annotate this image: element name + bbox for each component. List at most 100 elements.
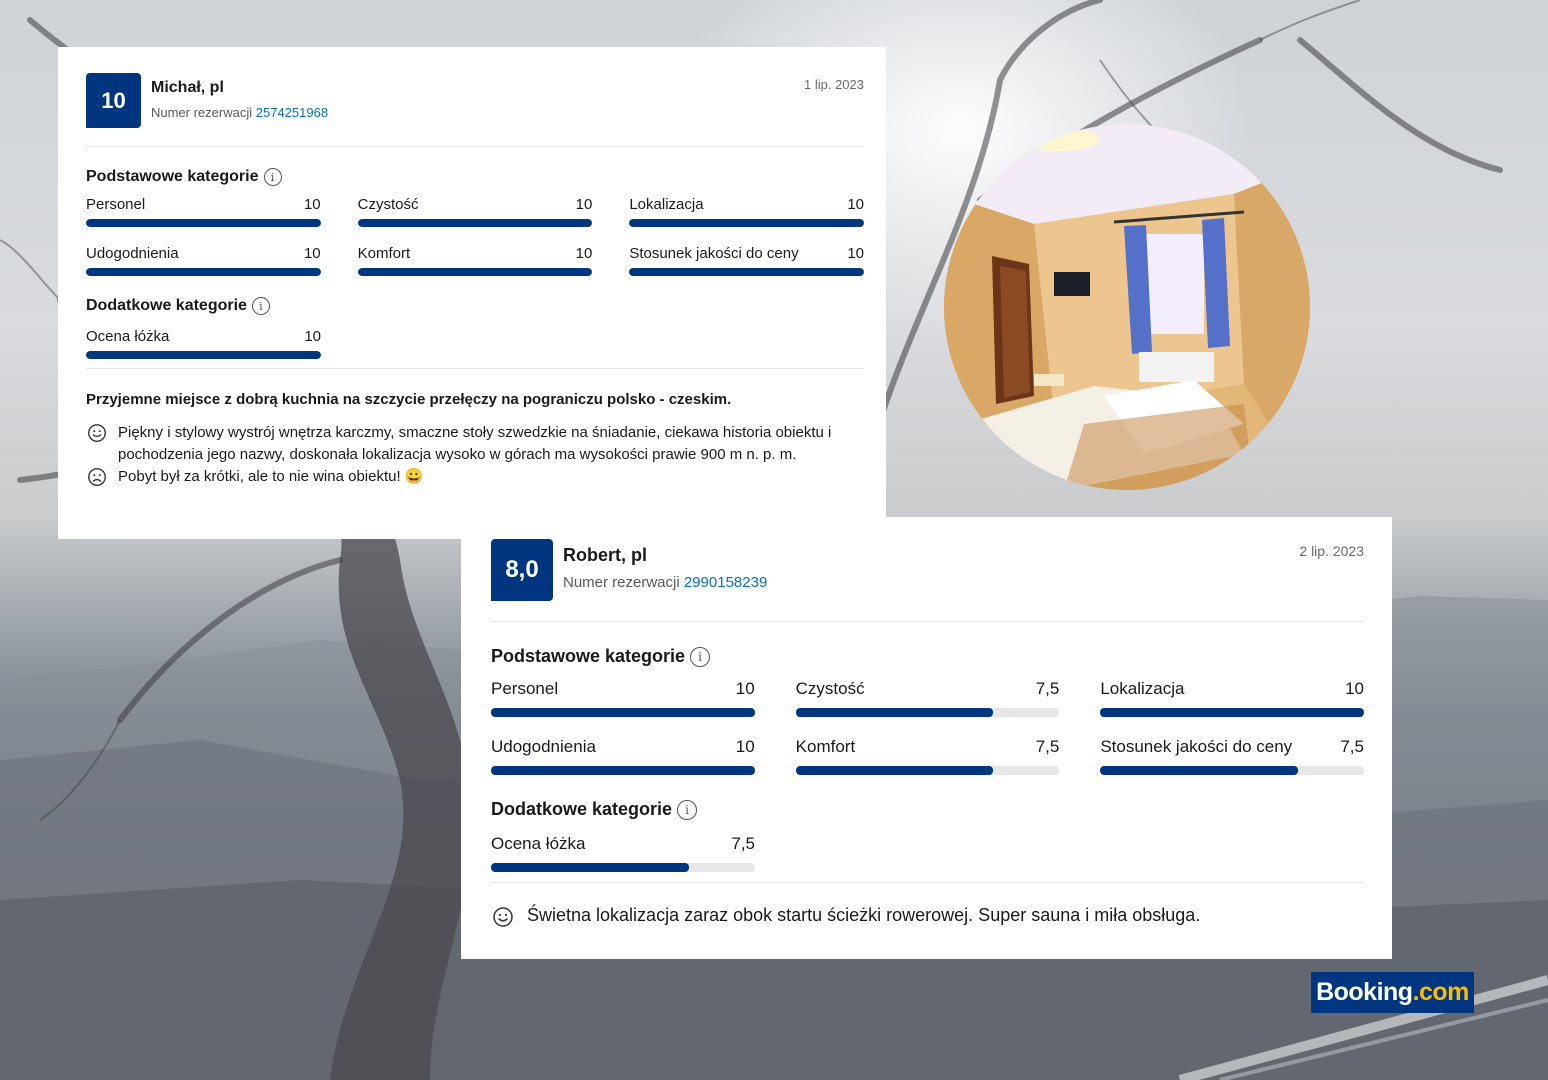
category-score-header: Komfort 10: [358, 245, 593, 262]
score-bar-fill: [86, 219, 321, 227]
category-score: Personel 10: [86, 196, 321, 227]
category-label: Czystość: [357, 196, 419, 213]
score-bar-track: [357, 268, 593, 276]
negative-comment: Pobyt był za krótki, ale to nie wina obi…: [86, 466, 864, 488]
category-value: 10: [575, 196, 593, 213]
divider: [491, 882, 1364, 883]
category-score: Czystość 7,5: [795, 679, 1060, 717]
category-score: Udogodnienia 10: [491, 737, 755, 775]
booking-number-line: Numer rezerwacji 2990158239: [563, 574, 767, 591]
category-score-header: Ocena łóżka 10: [86, 328, 321, 345]
category-score-header: Czystość 7,5: [796, 679, 1060, 699]
score-bar-track: [86, 219, 321, 227]
score-bar-fill: [491, 863, 689, 872]
category-value: 10: [735, 737, 755, 756]
booking-number-label: Numer rezerwacji: [151, 105, 253, 120]
logo-suffix: .com: [1412, 978, 1470, 1006]
reviewer-info: Michał, pl Numer rezerwacji 2574251968: [151, 73, 328, 120]
category-value: 7,5: [1035, 737, 1060, 756]
score-bar-fill: [357, 268, 593, 276]
score-bar-fill: [491, 766, 755, 775]
category-label: Stosunek jakości do ceny: [1100, 737, 1293, 756]
category-label: Komfort: [357, 245, 411, 262]
category-value: 10: [575, 245, 593, 262]
basic-categories-grid: Personel 10 Czystość 10 Lokalizacja 10 Udogodn…: [86, 196, 864, 276]
divider: [86, 368, 864, 369]
category-label: Czystość: [795, 679, 865, 698]
booking-number-link[interactable]: 2990158239: [684, 574, 767, 591]
sad-icon: [88, 468, 106, 486]
info-icon[interactable]: i: [690, 646, 711, 667]
category-score-header: Czystość 10: [358, 196, 593, 213]
category-score: Czystość 10: [357, 196, 593, 227]
category-label: Lokalizacja: [629, 196, 704, 213]
reviewer-name: Michał, pl: [151, 79, 224, 96]
score-bar-track: [1100, 766, 1364, 775]
smile-icon: [493, 907, 513, 927]
score-bar-track: [491, 766, 755, 775]
score-bar-track: [1100, 708, 1364, 717]
category-label: Komfort: [795, 737, 856, 756]
review-date: 1 lip. 2023: [804, 77, 864, 92]
category-score: Ocena łóżka 7,5: [491, 834, 755, 872]
score-bar-track: [491, 708, 755, 717]
category-score-header: Stosunek jakości do ceny 7,5: [1100, 737, 1364, 757]
positive-comment: Świetna lokalizacja zaraz obok startu śc…: [491, 905, 1364, 929]
category-value: 10: [847, 245, 864, 262]
score-bar-track: [86, 351, 321, 359]
score-bar-fill: [795, 708, 994, 717]
category-score: Udogodnienia 10: [86, 245, 321, 276]
info-icon[interactable]: i: [263, 168, 282, 186]
reviewer-info: Robert, pl Numer rezerwacji 2990158239: [563, 539, 767, 591]
review-card-michal: 10 Michał, pl Numer rezerwacji 257425196…: [58, 47, 886, 539]
basic-categories-grid: Personel 10 Czystość 7,5 Lokalizacja 10 Udogod…: [491, 679, 1364, 775]
category-score: Komfort 10: [357, 245, 593, 276]
category-value: 10: [304, 328, 321, 345]
score-bar-fill: [86, 351, 321, 359]
category-score: Personel 10: [491, 679, 755, 717]
category-score-header: Ocena łóżka 7,5: [491, 834, 755, 854]
logo-text: Booking: [1316, 978, 1413, 1006]
category-label: Personel: [86, 196, 146, 213]
score-bar-fill: [629, 219, 864, 227]
info-icon[interactable]: i: [251, 297, 270, 315]
score-bar-fill: [795, 766, 994, 775]
category-score: Komfort 7,5: [795, 737, 1060, 775]
category-score-header: Komfort 7,5: [796, 737, 1060, 757]
positive-comment-text: Piękny i stylowy wystrój wnętrza karczmy…: [118, 424, 832, 463]
category-score: Lokalizacja 10: [629, 196, 864, 227]
score-bar-fill: [1100, 766, 1299, 775]
category-score-header: Stosunek jakości do ceny 10: [629, 245, 864, 262]
negative-comment-text: Pobyt był za krótki, ale to nie wina obi…: [118, 468, 424, 485]
booking-number-link[interactable]: 2574251968: [256, 105, 328, 120]
extra-categories-grid: Ocena łóżka 10: [86, 328, 321, 359]
booking-com-logo: Booking .com: [1311, 972, 1474, 1013]
basic-categories-title: Podstawowe kategorie i: [86, 168, 864, 186]
extra-categories-title: Dodatkowe kategorie i: [491, 799, 1364, 820]
category-label: Udogodnienia: [86, 245, 179, 262]
category-score: Stosunek jakości do ceny 7,5: [1100, 737, 1364, 775]
basic-categories-title: Podstawowe kategorie i: [491, 646, 1364, 667]
positive-comment: Piękny i stylowy wystrój wnętrza karczmy…: [86, 422, 864, 466]
category-score-header: Personel 10: [491, 679, 755, 699]
category-label: Ocena łóżka: [86, 328, 170, 345]
category-value: 10: [847, 196, 864, 213]
score-bar-fill: [357, 219, 593, 227]
review-card-robert: 8,0 Robert, pl Numer rezerwacji 29901582…: [461, 517, 1392, 959]
category-value: 10: [303, 196, 321, 213]
score-bar-track: [491, 863, 755, 872]
reviewer-name: Robert, pl: [563, 545, 647, 565]
info-icon[interactable]: i: [677, 799, 698, 820]
review-score-badge: 10: [86, 73, 141, 128]
category-label: Stosunek jakości do ceny: [629, 245, 799, 262]
basic-categories-label: Podstawowe kategorie: [86, 168, 259, 185]
category-score-header: Lokalizacja 10: [1100, 679, 1364, 699]
score-bar-fill: [1100, 708, 1364, 717]
category-label: Lokalizacja: [1100, 679, 1185, 698]
score-bar-track: [357, 219, 593, 227]
room-photo: [944, 124, 1310, 490]
review-header: 8,0 Robert, pl Numer rezerwacji 29901582…: [491, 539, 1364, 601]
category-value: 10: [1345, 679, 1364, 698]
category-value: 7,5: [1340, 737, 1364, 756]
category-score-header: Udogodnienia 10: [491, 737, 755, 757]
